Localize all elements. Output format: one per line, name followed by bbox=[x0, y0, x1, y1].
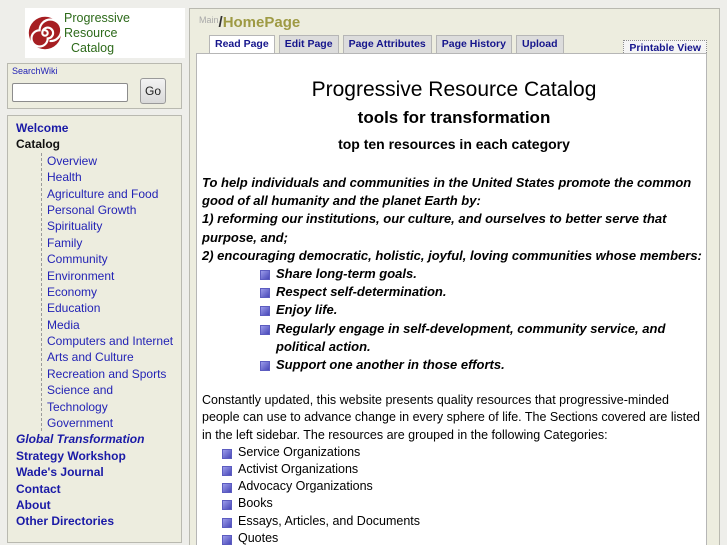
sidebar-subitem-computers-and-internet[interactable]: Computers and Internet bbox=[47, 333, 181, 349]
search-box: SearchWiki Go bbox=[7, 63, 182, 109]
sidebar-subitem-media[interactable]: Media bbox=[47, 317, 181, 333]
value-item: Share long-term goals. bbox=[260, 265, 686, 283]
page-content: Progressive Resource Catalog tools for t… bbox=[196, 53, 707, 545]
search-go-button[interactable]: Go bbox=[140, 78, 166, 104]
sidebar-subitem-economy[interactable]: Economy bbox=[47, 284, 181, 300]
breadcrumb-group-link[interactable]: Main bbox=[199, 15, 219, 25]
sidebar-item-wade-s-journal[interactable]: Wade's Journal bbox=[8, 464, 181, 480]
search-input[interactable] bbox=[12, 83, 128, 102]
sidebar-subitem-community[interactable]: Community bbox=[47, 251, 181, 267]
site-logo[interactable]: Progressive Resource Catalog bbox=[25, 8, 185, 58]
tab-upload[interactable]: Upload bbox=[515, 35, 564, 53]
tab-edit-page[interactable]: Edit Page bbox=[278, 35, 339, 53]
value-item: Support one another in those efforts. bbox=[260, 356, 686, 374]
value-item: Enjoy life. bbox=[260, 301, 686, 319]
spiral-logo-icon bbox=[28, 16, 63, 50]
sidebar-subitem-education[interactable]: Education bbox=[47, 300, 181, 316]
search-label: SearchWiki bbox=[12, 66, 58, 76]
category-item[interactable]: Books bbox=[222, 495, 706, 512]
sidebar-subitem-overview[interactable]: Overview bbox=[47, 153, 181, 169]
content-tagline: top ten resources in each category bbox=[338, 136, 570, 152]
mission-line: To help individuals and communities in t… bbox=[202, 175, 692, 209]
breadcrumb: Main/HomePage bbox=[199, 14, 300, 31]
page-tabs: Read Page Edit Page Page Attributes Page Hi… bbox=[209, 35, 568, 54]
sidebar-subitem-family[interactable]: Family bbox=[47, 235, 181, 251]
sidebar-item-other-directories[interactable]: Other Directories bbox=[8, 513, 181, 529]
sidebar-subitem-government[interactable]: Government bbox=[47, 415, 181, 431]
values-list: Share long-term goals. Respect self-deter… bbox=[260, 265, 686, 374]
value-item: Respect self-determination. bbox=[260, 283, 686, 301]
main-panel: Main/HomePage Read Page Edit Page Page Att… bbox=[189, 8, 720, 545]
categories-list: Service Organizations Activist Organizati… bbox=[222, 444, 706, 545]
sidebar-subitem-agriculture-and-food[interactable]: Agriculture and Food bbox=[47, 186, 181, 202]
logo-line-2: Catalog bbox=[71, 40, 115, 55]
category-item[interactable]: Activist Organizations bbox=[222, 461, 706, 478]
category-item[interactable]: Essays, Articles, and Documents bbox=[222, 513, 706, 530]
sidebar-item-about[interactable]: About bbox=[8, 497, 181, 513]
logo-text: Progressive Resource Catalog bbox=[64, 11, 185, 56]
sidebar-subitem-spirituality[interactable]: Spirituality bbox=[47, 218, 181, 234]
tab-read-page[interactable]: Read Page bbox=[209, 35, 275, 54]
sidebar-nav: Welcome Catalog Overview Health Agriculture… bbox=[7, 115, 182, 543]
content-subtitle: tools for transformation bbox=[357, 108, 551, 127]
category-item[interactable]: Service Organizations bbox=[222, 444, 706, 461]
sidebar-subitem-environment[interactable]: Environment bbox=[47, 268, 181, 284]
sidebar-item-strategy-workshop[interactable]: Strategy Workshop bbox=[8, 448, 181, 464]
sidebar-item-contact[interactable]: Contact bbox=[8, 481, 181, 497]
category-item[interactable]: Quotes bbox=[222, 530, 706, 545]
sidebar-item-global-transformation[interactable]: Global Transformation bbox=[8, 431, 181, 447]
tab-page-attributes[interactable]: Page Attributes bbox=[342, 35, 432, 53]
logo-line-1: Progressive Resource bbox=[64, 10, 130, 40]
sidebar-item-catalog[interactable]: Catalog bbox=[8, 136, 181, 152]
mission-statement: To help individuals and communities in t… bbox=[202, 174, 706, 374]
page-title-link[interactable]: HomePage bbox=[223, 14, 301, 31]
sidebar-item-welcome[interactable]: Welcome bbox=[8, 120, 181, 136]
intro-paragraph: Constantly updated, this website present… bbox=[202, 393, 700, 442]
sidebar-subitem-health[interactable]: Health bbox=[47, 169, 181, 185]
catalog-subnav: Overview Health Agriculture and Food Person… bbox=[41, 152, 181, 432]
mission-line: 1) reforming our institutions, our cultu… bbox=[202, 211, 667, 245]
sidebar-subitem-arts-and-culture[interactable]: Arts and Culture bbox=[47, 349, 181, 365]
sidebar-subitem-personal-growth[interactable]: Personal Growth bbox=[47, 202, 181, 218]
category-item[interactable]: Advocacy Organizations bbox=[222, 478, 706, 495]
sidebar-subitem-recreation-and-sports[interactable]: Recreation and Sports bbox=[47, 366, 181, 382]
value-item: Regularly engage in self-development, co… bbox=[260, 320, 686, 356]
mission-line: 2) encouraging democratic, holistic, joy… bbox=[202, 247, 702, 263]
tab-page-history[interactable]: Page History bbox=[435, 35, 512, 53]
content-title: Progressive Resource Catalog bbox=[311, 78, 597, 101]
sidebar-subitem-science-and[interactable]: Science and bbox=[47, 382, 181, 398]
sidebar-subitem-technology[interactable]: Technology bbox=[47, 399, 181, 415]
